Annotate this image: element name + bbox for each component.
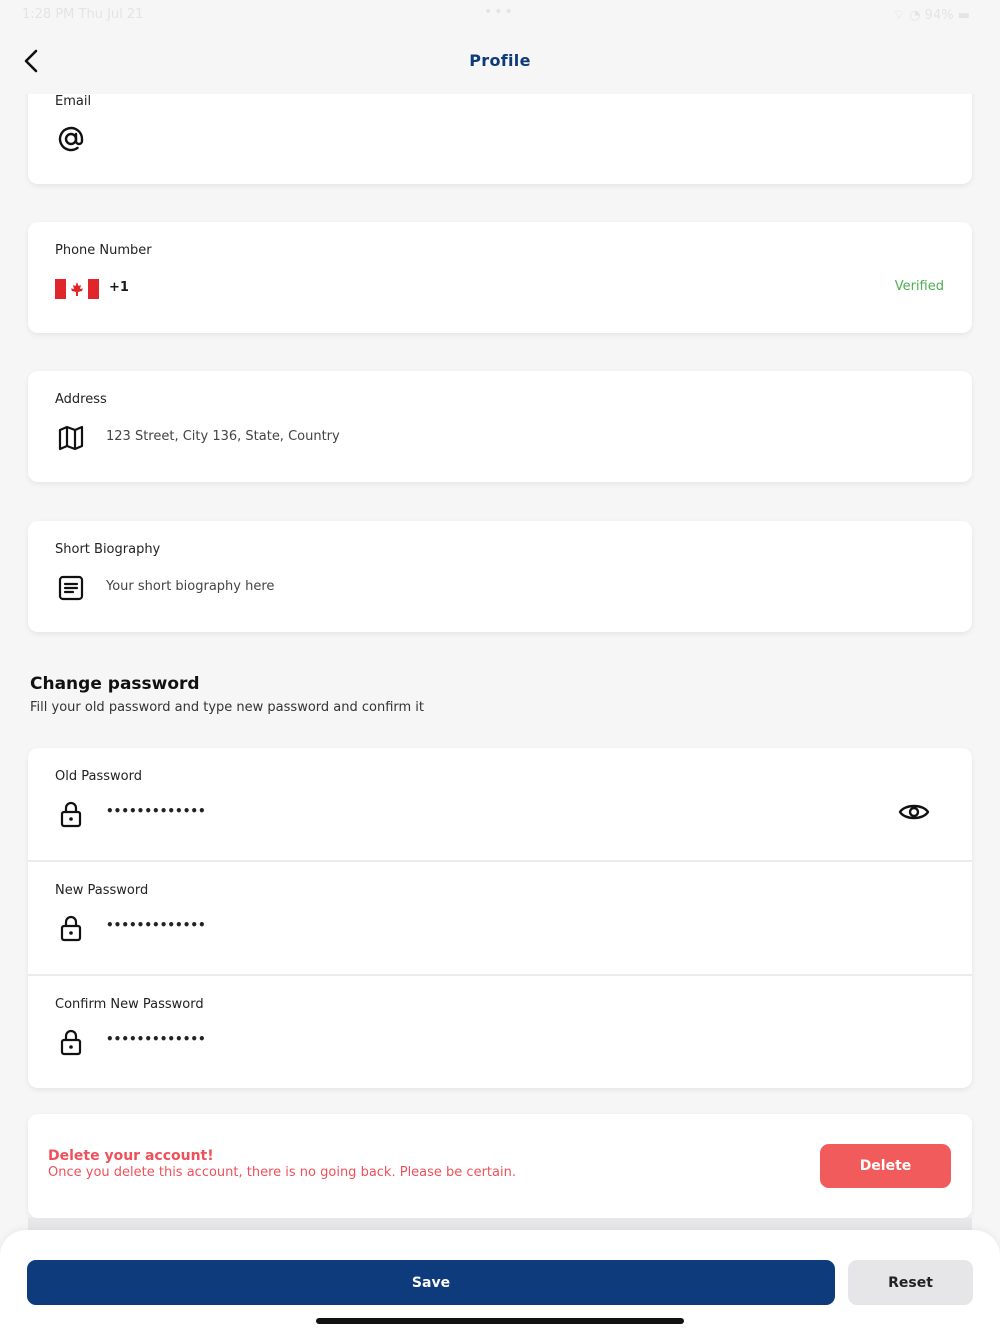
dial-code: +1 — [109, 280, 129, 295]
email-label: Email — [55, 94, 92, 109]
address-label: Address — [55, 392, 107, 407]
bio-label: Short Biography — [55, 542, 161, 557]
save-button[interactable]: Save — [27, 1260, 835, 1305]
new-password-input[interactable]: ••••••••••••• — [106, 918, 206, 932]
delete-button[interactable]: Delete — [820, 1144, 951, 1188]
new-password-field[interactable]: New Password ••••••••••••• — [28, 862, 972, 975]
page-title: Profile — [469, 51, 531, 70]
phone-card[interactable]: Phone Number +1 Verified — [28, 222, 972, 333]
delete-account-subtitle: Once you delete this account, there is n… — [48, 1165, 516, 1180]
confirm-password-field[interactable]: Confirm New Password ••••••••••••• — [28, 976, 972, 1089]
status-time: 1:28 PM Thu Jul 21 — [22, 7, 144, 22]
at-sign-icon — [58, 126, 84, 152]
bio-value: Your short biography here — [106, 579, 275, 594]
old-password-field[interactable]: Old Password ••••••••••••• — [28, 748, 972, 861]
reset-button[interactable]: Reset — [848, 1260, 973, 1305]
header: Profile — [0, 30, 1000, 94]
verified-badge: Verified — [894, 279, 944, 294]
status-bar: 1:28 PM Thu Jul 21 ••• ⌔ ◔ 94% ▬ — [0, 0, 1000, 30]
lock-icon — [60, 1029, 82, 1056]
bio-card[interactable]: Short Biography Your short biography her… — [28, 521, 972, 632]
address-card[interactable]: Address 123 Street, City 136, State, Cou… — [28, 371, 972, 482]
change-password-title: Change password — [30, 674, 200, 694]
old-password-input[interactable]: ••••••••••••• — [106, 804, 206, 818]
multitask-dots: ••• — [484, 4, 515, 20]
new-password-label: New Password — [55, 883, 149, 898]
eye-icon[interactable] — [898, 800, 930, 824]
home-indicator[interactable] — [316, 1318, 684, 1324]
old-password-label: Old Password — [55, 769, 142, 784]
map-icon — [58, 425, 84, 451]
change-password-subtitle: Fill your old password and type new pass… — [30, 700, 425, 715]
canada-flag-icon — [55, 279, 99, 299]
delete-account-title: Delete your account! — [48, 1148, 214, 1164]
confirm-password-input[interactable]: ••••••••••••• — [106, 1032, 206, 1046]
status-indicators: ⌔ ◔ 94% ▬ — [892, 8, 970, 23]
phone-label: Phone Number — [55, 243, 152, 258]
document-icon — [58, 575, 84, 601]
password-card: Old Password ••••••••••••• New Password … — [28, 748, 972, 1088]
delete-account-card: Delete your account! Once you delete thi… — [28, 1114, 972, 1218]
address-value: 123 Street, City 136, State, Country — [106, 429, 340, 444]
bottom-action-bar: Save Reset — [0, 1230, 1000, 1334]
scroll-edge — [28, 1218, 972, 1230]
lock-icon — [60, 915, 82, 942]
lock-icon — [60, 801, 82, 828]
confirm-password-label: Confirm New Password — [55, 997, 204, 1012]
